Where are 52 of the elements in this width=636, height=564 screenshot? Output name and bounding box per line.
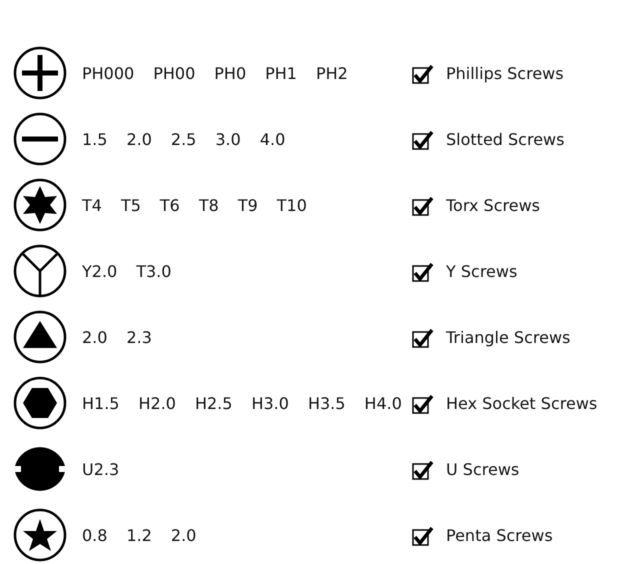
size-label: U2.3	[82, 460, 120, 478]
screw-type-label: Phillips Screws	[446, 64, 565, 82]
size-label: T8	[198, 196, 219, 214]
checkbox[interactable]	[412, 261, 434, 283]
size-label: 2.3	[126, 328, 152, 346]
star-circle-icon	[13, 508, 67, 562]
size-label: T3.0	[136, 262, 172, 280]
size-label: T4	[82, 196, 102, 214]
size-label: T5	[120, 196, 141, 214]
cross-circle-icon	[13, 46, 67, 100]
size-label: 2.0	[170, 526, 196, 544]
checkbox[interactable]	[412, 459, 434, 481]
screw-type-label: Hex Socket Screws	[446, 394, 598, 412]
screw-type-label: Triangle Screws	[446, 328, 572, 346]
size-label: H1.5	[82, 394, 120, 412]
size-label: PH000	[82, 64, 134, 82]
size-label: 1.2	[126, 526, 152, 544]
minus-circle-icon	[13, 112, 67, 166]
size-label: H2.5	[194, 394, 232, 412]
screw-type-label: Slotted Screws	[446, 130, 566, 148]
size-label: PH1	[265, 64, 297, 82]
hexagon-circle-icon	[13, 376, 67, 430]
checkbox[interactable]	[412, 195, 434, 217]
size-label: 2.0	[82, 328, 108, 346]
size-label: H2.0	[138, 394, 176, 412]
size-label: 2.0	[126, 130, 152, 148]
screw-type-label: U Screws	[446, 460, 520, 478]
screw-type-label: Penta Screws	[446, 526, 554, 544]
screw-type-label: Torx Screws	[446, 196, 541, 214]
size-label: 2.5	[170, 130, 196, 148]
size-label: H3.5	[308, 394, 346, 412]
size-label: Y2.0	[82, 262, 118, 280]
size-label: H4.0	[364, 394, 402, 412]
checkbox[interactable]	[412, 63, 434, 85]
checkbox[interactable]	[412, 525, 434, 547]
checkbox[interactable]	[412, 393, 434, 415]
size-label: T9	[238, 196, 258, 214]
size-label: H3.0	[251, 394, 289, 412]
size-label: 0.8	[82, 526, 108, 544]
size-label: 1.5	[82, 130, 108, 148]
size-label: T10	[276, 196, 307, 214]
size-label: 3.0	[215, 130, 241, 148]
size-label: 4.0	[260, 130, 286, 148]
checkbox[interactable]	[412, 327, 434, 349]
size-label: T6	[160, 196, 180, 214]
y-circle-icon	[13, 244, 67, 298]
size-label: PH0	[214, 64, 246, 82]
size-label: PH2	[316, 64, 348, 82]
screw-type-label: Y Screws	[446, 262, 518, 280]
size-label: PH00	[153, 64, 196, 82]
triangle-circle-icon	[13, 310, 67, 364]
checkbox[interactable]	[412, 129, 434, 151]
